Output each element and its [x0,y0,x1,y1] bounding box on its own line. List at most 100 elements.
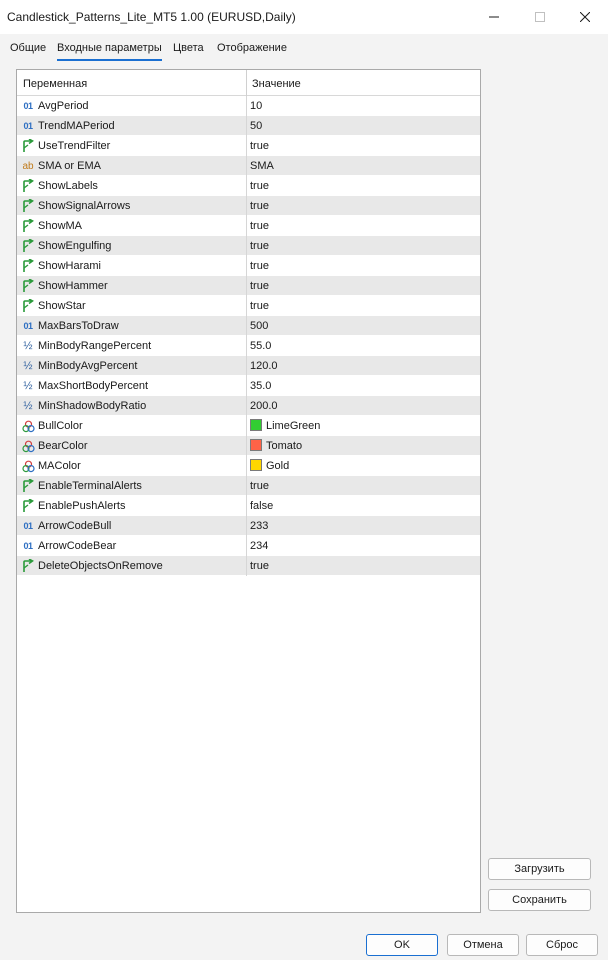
color-type-icon [21,419,35,433]
row-separator [246,136,247,156]
parameter-row[interactable]: BullColor LimeGreen [17,416,480,436]
parameter-row[interactable]: 01 ArrowCodeBear 234 [17,536,480,556]
parameter-row[interactable]: ShowHarami true [17,256,480,276]
parameter-name: ShowHarami [38,260,101,272]
ok-button[interactable]: OK [366,934,438,956]
int-type-icon: 01 [23,321,33,331]
parameter-name: ShowSignalArrows [38,200,131,212]
save-button[interactable]: Сохранить [488,889,591,911]
bool-type-icon [21,499,35,513]
parameter-value[interactable]: Gold [266,460,289,472]
parameter-name: TrendMAPeriod [38,120,115,132]
row-separator [246,116,247,136]
int-type-icon: 01 [23,521,33,531]
parameter-value[interactable]: 55.0 [250,340,271,352]
parameter-row[interactable]: ShowStar true [17,296,480,316]
tab-general[interactable]: Общие [10,42,46,54]
parameter-value[interactable]: 500 [250,320,268,332]
parameter-row[interactable]: ½ MinBodyAvgPercent 120.0 [17,356,480,376]
parameter-value[interactable]: true [250,280,269,292]
column-separator[interactable] [246,70,247,96]
row-separator [246,476,247,496]
maximize-icon [535,12,545,22]
cancel-button[interactable]: Отмена [447,934,519,956]
row-separator [246,396,247,416]
parameter-name: MinBodyAvgPercent [38,360,138,372]
parameter-row[interactable]: ShowEngulfing true [17,236,480,256]
parameter-value[interactable]: true [250,220,269,232]
parameter-row[interactable]: ab SMA or EMA SMA [17,156,480,176]
column-header-variable[interactable]: Переменная [23,78,87,90]
row-separator [246,176,247,196]
parameter-value[interactable]: SMA [250,160,274,172]
parameter-row[interactable]: DeleteObjectsOnRemove true [17,556,480,576]
parameter-name: MinShadowBodyRatio [38,400,147,412]
bool-type-icon [21,139,35,153]
parameter-value[interactable]: true [250,260,269,272]
row-separator [246,436,247,456]
maximize-button[interactable] [517,0,563,34]
parameter-value[interactable]: 200.0 [250,400,278,412]
parameter-name: MaxShortBodyPercent [38,380,149,392]
parameter-value[interactable]: true [250,180,269,192]
parameter-row[interactable]: ½ MaxShortBodyPercent 35.0 [17,376,480,396]
parameter-row[interactable]: ShowLabels true [17,176,480,196]
parameter-value[interactable]: 234 [250,540,268,552]
parameter-value[interactable]: false [250,500,273,512]
parameter-name: BearColor [38,440,88,452]
parameter-row[interactable]: BearColor Tomato [17,436,480,456]
grid-rows: 01 AvgPeriod 10 01 TrendMAPeriod 50 UseTrendFi… [17,96,480,576]
parameter-row[interactable]: EnableTerminalAlerts true [17,476,480,496]
tab-input-parameters[interactable]: Входные параметры [57,42,162,61]
parameter-row[interactable]: ½ MinBodyRangePercent 55.0 [17,336,480,356]
parameter-name: MAColor [38,460,81,472]
parameter-value[interactable]: true [250,560,269,572]
parameter-value[interactable]: true [250,200,269,212]
parameter-value[interactable]: 35.0 [250,380,271,392]
parameter-value[interactable]: 120.0 [250,360,278,372]
parameter-row[interactable]: ShowHammer true [17,276,480,296]
parameter-value[interactable]: Tomato [266,440,302,452]
parameter-value[interactable]: true [250,300,269,312]
parameter-value[interactable]: 10 [250,100,262,112]
minimize-button[interactable] [471,0,517,34]
color-swatch[interactable] [250,419,262,431]
parameter-row[interactable]: ShowSignalArrows true [17,196,480,216]
row-separator [246,556,247,576]
row-separator [246,256,247,276]
tab-colors[interactable]: Цвета [173,42,204,54]
reset-button[interactable]: Сброс [526,934,598,956]
parameter-name: ShowEngulfing [38,240,112,252]
row-separator [246,276,247,296]
close-button[interactable] [562,0,608,34]
parameter-row[interactable]: MAColor Gold [17,456,480,476]
load-button[interactable]: Загрузить [488,858,591,880]
parameter-row[interactable]: 01 MaxBarsToDraw 500 [17,316,480,336]
parameter-row[interactable]: UseTrendFilter true [17,136,480,156]
color-swatch[interactable] [250,439,262,451]
parameter-row[interactable]: EnablePushAlerts false [17,496,480,516]
parameter-row[interactable]: 01 AvgPeriod 10 [17,96,480,116]
parameter-name: ShowStar [38,300,86,312]
row-separator [246,496,247,516]
parameter-value[interactable]: LimeGreen [266,420,320,432]
parameter-value[interactable]: true [250,140,269,152]
parameter-row[interactable]: 01 TrendMAPeriod 50 [17,116,480,136]
parameter-value[interactable]: 50 [250,120,262,132]
parameter-name: ArrowCodeBear [38,540,117,552]
parameters-grid: Переменная Значение 01 AvgPeriod 10 01 Trend… [16,69,481,913]
parameter-row[interactable]: 01 ArrowCodeBull 233 [17,516,480,536]
parameter-value[interactable]: true [250,240,269,252]
row-separator [246,356,247,376]
tab-display[interactable]: Отображение [217,42,287,54]
column-header-value[interactable]: Значение [252,78,301,90]
parameter-name: SMA or EMA [38,160,101,172]
parameter-value[interactable]: 233 [250,520,268,532]
color-type-icon [21,459,35,473]
parameter-row[interactable]: ½ MinShadowBodyRatio 200.0 [17,396,480,416]
bool-type-icon [21,239,35,253]
parameter-row[interactable]: ShowMA true [17,216,480,236]
double-type-icon: ½ [23,400,33,412]
color-swatch[interactable] [250,459,262,471]
parameter-value[interactable]: true [250,480,269,492]
